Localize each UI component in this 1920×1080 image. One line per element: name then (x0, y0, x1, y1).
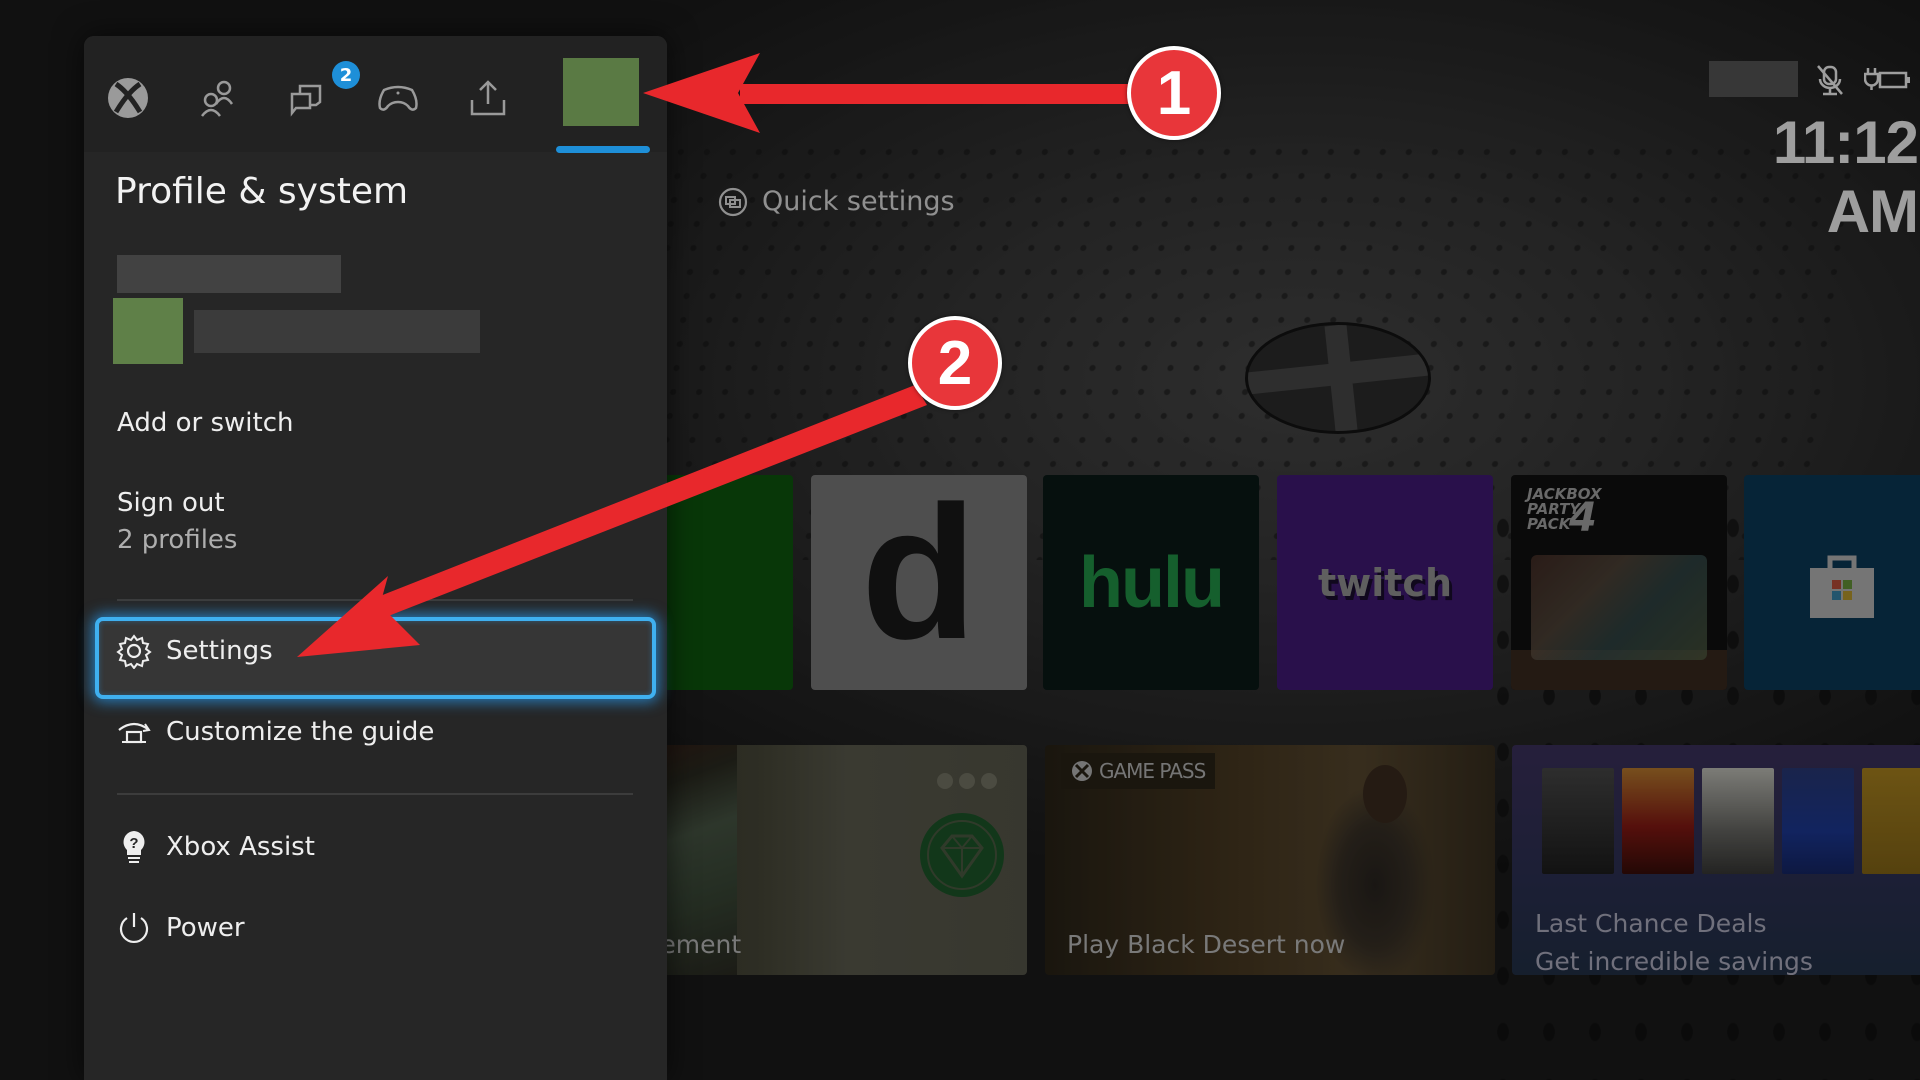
tile-microsoft-store[interactable] (1744, 475, 1920, 690)
xbox-logo-icon[interactable] (104, 74, 152, 122)
jackbox-box-art (1531, 555, 1707, 660)
cover-nhl (1782, 768, 1854, 874)
guide-tab-bar: 2 (84, 36, 667, 153)
cover-valhalla (1702, 768, 1774, 874)
game-pass-label: GAME PASS (1099, 759, 1206, 783)
controller-icon[interactable] (374, 74, 422, 122)
quick-settings-label: Quick settings (762, 186, 955, 217)
deals-title: Last Chance Deals (1535, 909, 1767, 938)
selected-tab-indicator (556, 146, 650, 153)
chat-icon[interactable] (284, 74, 332, 122)
tile-game-pass-black-desert[interactable]: GAME PASS Play Black Desert now (1045, 745, 1495, 975)
console-xbox-logo (1245, 322, 1431, 434)
avatar (113, 298, 183, 364)
twitch-logo: twitch (1317, 560, 1453, 605)
people-icon[interactable] (194, 74, 242, 122)
xbox-assist-button[interactable]: ? Xbox Assist (116, 829, 315, 865)
customize-guide-label: Customize the guide (166, 717, 435, 747)
annotation-step-2: 2 (908, 316, 1002, 410)
dailymotion-logo: d (860, 475, 978, 679)
clock: 11:12 AM (1772, 109, 1919, 245)
cover-village (1542, 768, 1614, 874)
annotation-step-1: 1 (1127, 46, 1221, 140)
sign-out-label: Sign out (117, 488, 225, 518)
store-bag-icon (1810, 555, 1874, 618)
sign-out-button[interactable]: Sign out (117, 488, 225, 518)
lightbulb-help-icon: ? (123, 831, 145, 863)
tile-dailymotion[interactable]: d (811, 475, 1027, 690)
battery-plug-icon (1864, 68, 1910, 90)
game-pass-badge: GAME PASS (1061, 753, 1216, 789)
customize-guide-icon (118, 722, 151, 744)
tile-twitch[interactable]: twitch (1277, 475, 1493, 690)
hulu-logo: hulu (1079, 542, 1225, 623)
power-label: Power (166, 913, 245, 943)
black-desert-character (1363, 765, 1407, 823)
power-icon (119, 913, 149, 943)
deals-subtitle: Get incredible savings (1535, 947, 1813, 975)
svg-text:?: ? (129, 835, 138, 852)
deals-caption: Last Chance Deals Get incredible savings (1535, 905, 1813, 975)
achievement-indicators (937, 773, 997, 789)
add-or-switch-label: Add or switch (117, 408, 294, 438)
diamond-badge-icon (920, 813, 1004, 897)
add-or-switch-button[interactable]: Add or switch (117, 408, 293, 438)
quick-settings-button[interactable]: Quick settings (718, 186, 955, 217)
jackbox-number: 4 (1569, 495, 1597, 541)
deal-covers (1542, 768, 1920, 874)
redacted-profile-name (117, 255, 341, 293)
game-pass-caption: Play Black Desert now (1067, 930, 1346, 959)
xbox-logo-small-icon (1072, 761, 1092, 781)
mic-muted-icon (1817, 65, 1843, 96)
tile-hulu[interactable]: hulu (1043, 475, 1259, 690)
profile-system-tab[interactable] (563, 58, 639, 126)
divider (117, 793, 633, 795)
share-upload-icon[interactable] (464, 74, 512, 122)
guide-title: Profile & system (115, 171, 409, 212)
guide-panel: 2 Profile & system Add or switch Sign ou… (84, 36, 667, 1080)
cover-mortal-kombat (1862, 768, 1920, 874)
gear-icon (116, 634, 152, 669)
xbox-assist-label: Xbox Assist (166, 832, 315, 862)
quick-settings-icon (718, 187, 748, 216)
redacted-gamertag-profile (194, 310, 480, 353)
cover-red-dead (1622, 768, 1694, 874)
tile-jackbox-party-pack[interactable]: JACKBOX PARTY PACK 4 (1511, 475, 1727, 690)
divider (117, 599, 633, 601)
chat-notification-badge: 2 (332, 61, 360, 89)
power-button[interactable]: Power (116, 910, 245, 946)
tile-last-chance-deals[interactable]: Last Chance Deals Get incredible savings (1512, 745, 1920, 975)
settings-button[interactable]: Settings (116, 633, 273, 669)
redacted-gamertag (1709, 61, 1798, 97)
sign-out-profiles-count: 2 profiles (117, 525, 238, 555)
customize-guide-button[interactable]: Customize the guide (116, 714, 434, 750)
settings-label: Settings (166, 636, 273, 666)
